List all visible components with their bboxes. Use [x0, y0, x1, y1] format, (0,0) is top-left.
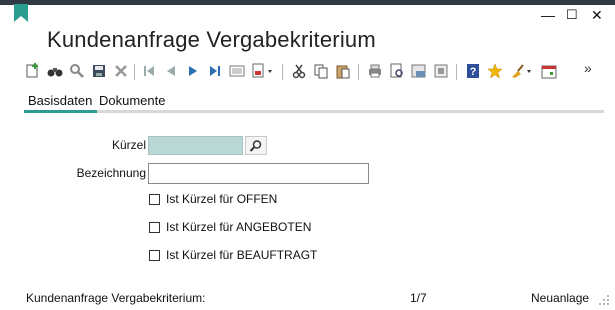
kuerzel-input[interactable]	[148, 136, 243, 155]
bezeichnung-input[interactable]	[148, 163, 369, 184]
paste-icon[interactable]	[334, 62, 352, 80]
print-preview-icon[interactable]	[388, 62, 406, 80]
close-button[interactable]: ✕	[591, 8, 603, 22]
record-position: 1/7	[410, 291, 427, 305]
record-mode: Neuanlage	[531, 291, 590, 305]
bookmark-icon[interactable]	[14, 4, 28, 22]
angeboten-checkbox-label: Ist Kürzel für ANGEBOTEN	[166, 220, 312, 234]
offen-checkbox[interactable]	[149, 194, 160, 205]
minimize-button[interactable]: —	[541, 8, 555, 22]
kuerzel-lookup-button[interactable]	[245, 136, 267, 155]
window-title: Kundenanfrage Vergabekriterium	[47, 27, 376, 52]
delete-icon[interactable]	[112, 62, 130, 80]
kuerzel-label: Kürzel	[111, 138, 146, 152]
binoculars-icon[interactable]	[46, 62, 64, 80]
search-icon	[249, 139, 262, 152]
maximize-button[interactable]: ☐	[566, 8, 578, 22]
print-setup-icon[interactable]	[410, 62, 428, 80]
toolbar: ? »	[24, 60, 604, 82]
beauftragt-checkbox[interactable]	[149, 250, 160, 261]
svg-text:?: ?	[470, 66, 477, 78]
help-icon[interactable]: ?	[464, 62, 482, 80]
zoom-icon[interactable]	[432, 62, 450, 80]
print-icon[interactable]	[366, 62, 384, 80]
resize-grip-icon[interactable]	[598, 294, 610, 306]
toolbar-overflow-button[interactable]: »	[584, 60, 592, 76]
last-record-icon[interactable]	[206, 62, 224, 80]
status-context-label: Kundenanfrage Vergabekriterium:	[26, 291, 206, 305]
offen-checkbox-label: Ist Kürzel für OFFEN	[166, 192, 278, 206]
bezeichnung-label: Bezeichnung	[76, 166, 146, 180]
first-record-icon[interactable]	[140, 62, 158, 80]
tab-dokumente[interactable]: Dokumente	[99, 93, 165, 108]
window-top-strip	[0, 0, 615, 5]
new-record-icon[interactable]	[24, 62, 42, 80]
toolbar-separator	[134, 64, 135, 80]
angeboten-checkbox[interactable]	[149, 222, 160, 233]
report-dropdown-icon[interactable]	[250, 62, 276, 80]
toolbar-separator	[456, 64, 457, 80]
favorite-star-icon[interactable]	[486, 62, 504, 80]
cut-icon[interactable]	[290, 62, 308, 80]
toolbar-separator	[358, 64, 359, 80]
active-tab-indicator	[24, 110, 97, 113]
calendar-icon[interactable]	[540, 62, 558, 80]
tab-basisdaten[interactable]: Basisdaten	[28, 93, 92, 108]
list-view-icon[interactable]	[228, 62, 246, 80]
copy-icon[interactable]	[312, 62, 330, 80]
tab-underline-track	[24, 110, 604, 113]
previous-record-icon[interactable]	[162, 62, 180, 80]
toolbar-separator	[282, 64, 283, 80]
search-icon[interactable]	[68, 62, 86, 80]
clean-broom-icon[interactable]	[508, 62, 534, 80]
beauftragt-checkbox-label: Ist Kürzel für BEAUFTRAGT	[166, 248, 318, 262]
next-record-icon[interactable]	[184, 62, 202, 80]
save-icon[interactable]	[90, 62, 108, 80]
